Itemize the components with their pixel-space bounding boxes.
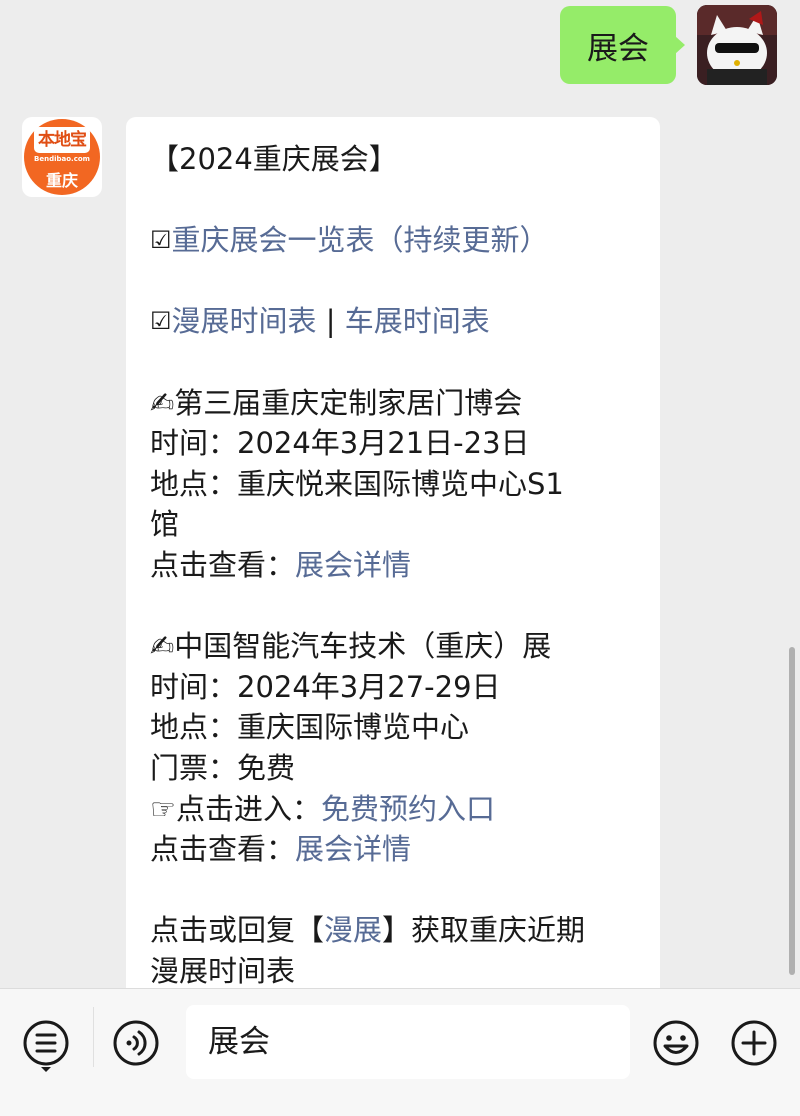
reply-suffix: 】获取重庆近期 <box>382 913 586 948</box>
reply-keyword-link[interactable]: 漫展 <box>324 913 382 947</box>
reply-prefix: 点击或回复【 <box>150 913 325 948</box>
checkbox-icon: ☑ <box>150 226 172 255</box>
voice-icon[interactable] <box>112 1019 160 1067</box>
event2-name: ✍中国智能汽车技术（重庆）展 <box>150 629 552 664</box>
link-separator: | <box>316 304 345 339</box>
user-avatar-image <box>697 5 777 85</box>
event2-enter-line: ☞点击进入：免费预约入口 <box>150 789 642 830</box>
message-input[interactable]: 展会 <box>186 1005 630 1079</box>
logo-url: Bendibao.com <box>34 155 90 163</box>
list-link-line: ☑重庆展会一览表（持续更新） <box>150 220 642 261</box>
event1-name: ✍第三届重庆定制家居门博会 <box>150 385 523 420</box>
add-icon[interactable] <box>730 1019 778 1067</box>
message-title: 【2024重庆展会】 <box>150 142 398 176</box>
reply-line: 点击或回复【漫展】获取重庆近期 <box>150 910 642 951</box>
free-booking-link[interactable]: 免费预约入口 <box>321 792 495 826</box>
event2-detail-line: 点击查看：展会详情 <box>150 829 642 870</box>
event2-detail-prefix: 点击查看： <box>150 832 296 867</box>
event2-detail-link[interactable]: 展会详情 <box>295 832 411 866</box>
event1-detail-line: 点击查看：展会详情 <box>150 545 642 586</box>
comic-schedule-link[interactable]: 漫展时间表 <box>172 304 317 338</box>
expo-list-link[interactable]: 重庆展会一览表（持续更新） <box>172 223 549 257</box>
event1-detail-link[interactable]: 展会详情 <box>295 548 411 582</box>
car-schedule-link[interactable]: 车展时间表 <box>345 304 490 338</box>
message-input-value: 展会 <box>208 1024 270 1060</box>
emoji-icon[interactable] <box>652 1019 700 1067</box>
schedule-links-line: ☑漫展时间表 | 车展时间表 <box>150 301 642 342</box>
event1-detail-prefix: 点击查看： <box>150 547 296 582</box>
event2-time: 时间：2024年3月27-29日 <box>150 669 501 704</box>
event2-ticket: 门票：免费 <box>150 750 296 785</box>
event1-place-cont: 馆 <box>150 507 180 542</box>
checkbox-icon: ☑ <box>150 307 172 336</box>
outgoing-message-bubble[interactable]: 展会 <box>560 6 685 84</box>
logo-city: 重庆 <box>45 171 78 190</box>
event1-time: 时间：2024年3月21日-23日 <box>150 426 530 461</box>
incoming-message-bubble: 【2024重庆展会】 ☑重庆展会一览表（持续更新） ☑漫展时间表 | 车展时间表… <box>126 117 660 1017</box>
outgoing-message-text: 展会 <box>587 30 649 67</box>
event2-enter-prefix: ☞点击进入： <box>150 791 321 826</box>
event2-place: 地点：重庆国际博览中心 <box>150 710 470 745</box>
input-bar-divider <box>93 1007 94 1067</box>
logo-name: 本地宝 <box>34 127 90 153</box>
reply-line-2: 漫展时间表 <box>150 953 296 988</box>
event1-place: 地点：重庆悦来国际博览中心S1 <box>150 466 564 501</box>
scrollbar[interactable] <box>789 647 795 975</box>
menu-list-icon[interactable] <box>22 1019 70 1075</box>
input-bar: 展会 <box>0 988 800 1116</box>
bot-avatar[interactable]: 本地宝 Bendibao.com 重庆 <box>22 117 102 197</box>
user-avatar[interactable] <box>697 5 777 85</box>
